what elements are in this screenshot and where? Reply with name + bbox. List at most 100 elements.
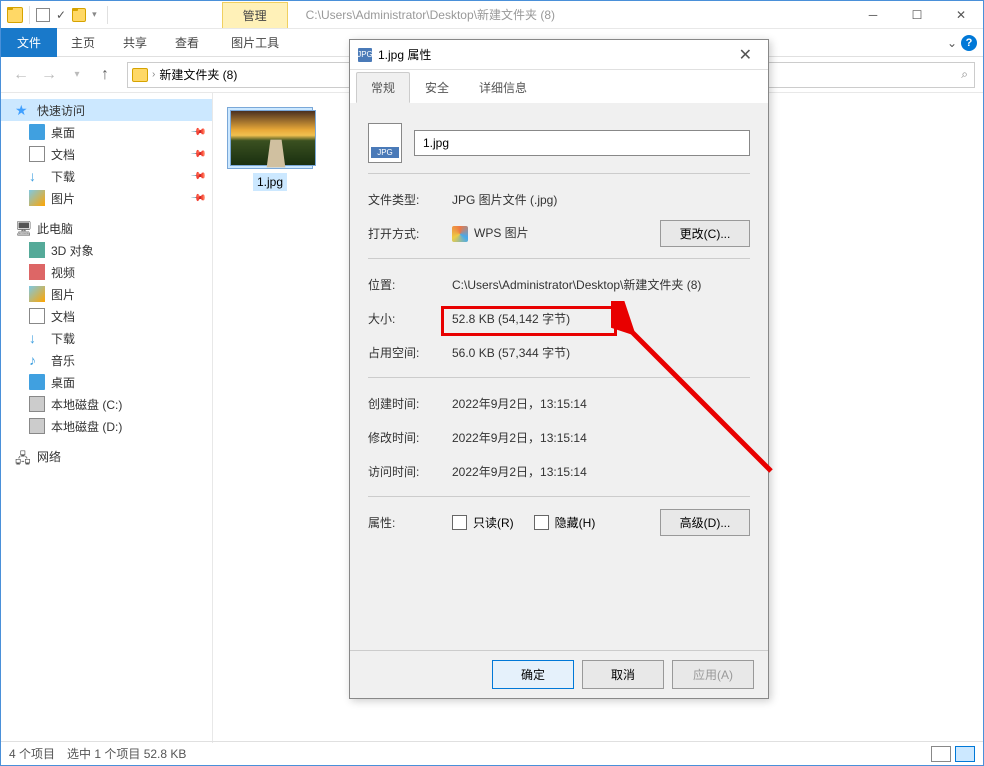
- jpg-icon: JPG: [358, 48, 372, 62]
- sidebar-3d[interactable]: 3D 对象: [1, 239, 212, 261]
- manage-context-label: 管理: [222, 2, 288, 28]
- properties-dialog: JPG 1.jpg 属性 ✕ 常规 安全 详细信息 1.jpg 文件类型: JP…: [349, 39, 769, 699]
- picture-tools-tab[interactable]: 图片工具: [217, 28, 293, 57]
- sidebar-label: 文档: [51, 146, 75, 163]
- readonly-checkbox[interactable]: 只读(R): [452, 514, 514, 531]
- properties-icon[interactable]: [36, 8, 50, 22]
- sidebar-diskd[interactable]: 本地磁盘 (D:): [1, 415, 212, 437]
- sidebar-label: 下载: [51, 168, 75, 185]
- sidebar-label: 图片: [51, 190, 75, 207]
- wps-icon: [452, 226, 468, 242]
- sidebar-quick-access[interactable]: ★快速访问: [1, 99, 212, 121]
- sidebar-music[interactable]: ♪ 音乐: [1, 349, 212, 371]
- up-button[interactable]: ↑: [93, 63, 117, 87]
- filename-input[interactable]: 1.jpg: [414, 130, 750, 156]
- share-tab[interactable]: 共享: [109, 28, 161, 57]
- search-box[interactable]: ⌕: [745, 62, 975, 88]
- dialog-close-button[interactable]: ✕: [731, 45, 760, 65]
- disk-icon: [29, 396, 45, 412]
- tab-details[interactable]: 详细信息: [464, 72, 542, 103]
- sidebar-desktop[interactable]: 桌面📌: [1, 121, 212, 143]
- qat-dropdown-icon[interactable]: ▾: [92, 9, 97, 20]
- thumbnail-image: [230, 110, 316, 166]
- hidden-checkbox[interactable]: 隐藏(H): [534, 514, 596, 531]
- sidebar-pictures[interactable]: 图片📌: [1, 187, 212, 209]
- home-tab[interactable]: 主页: [57, 28, 109, 57]
- separator: [107, 6, 108, 24]
- sidebar-label: 音乐: [51, 352, 75, 369]
- separator: [368, 377, 750, 378]
- music-icon: ♪: [29, 352, 45, 368]
- change-button[interactable]: 更改(C)...: [660, 220, 750, 247]
- openwith-label: 打开方式:: [368, 225, 452, 242]
- sidebar-documents2[interactable]: 文档: [1, 305, 212, 327]
- sidebar-video[interactable]: 视频: [1, 261, 212, 283]
- attributes-label: 属性:: [368, 514, 452, 531]
- sidebar-desktop2[interactable]: 桌面: [1, 371, 212, 393]
- sidebar-network[interactable]: 🖧网络: [1, 445, 212, 467]
- file-thumbnail[interactable]: 1.jpg: [227, 107, 313, 191]
- sidebar-diskc[interactable]: 本地磁盘 (C:): [1, 393, 212, 415]
- window-controls: ─ ☐ ✕: [851, 1, 983, 29]
- picture-icon: [29, 286, 45, 302]
- window-title-path: C:\Users\Administrator\Desktop\新建文件夹 (8): [306, 6, 555, 23]
- sidebar-label: 快速访问: [37, 102, 85, 119]
- sidebar-downloads2[interactable]: ↓下载: [1, 327, 212, 349]
- dialog-title: 1.jpg 属性: [378, 46, 431, 63]
- sidebar-pictures2[interactable]: 图片: [1, 283, 212, 305]
- file-label[interactable]: 1.jpg: [253, 173, 287, 191]
- close-button[interactable]: ✕: [939, 1, 983, 29]
- sidebar-label: 本地磁盘 (C:): [51, 396, 122, 413]
- history-dropdown[interactable]: ▾: [65, 63, 89, 87]
- sidebar-thispc[interactable]: 🖥此电脑: [1, 217, 212, 239]
- apply-button[interactable]: 应用(A): [672, 660, 754, 689]
- sidebar-documents[interactable]: 文档📌: [1, 143, 212, 165]
- qat-folder-icon[interactable]: [72, 8, 86, 22]
- statusbar: 4 个项目 选中 1 个项目 52.8 KB: [1, 741, 983, 765]
- cancel-button[interactable]: 取消: [582, 660, 664, 689]
- separator: [368, 173, 750, 174]
- titlebar: ✓ ▾ 管理 C:\Users\Administrator\Desktop\新建…: [1, 1, 983, 29]
- document-icon: [29, 308, 45, 324]
- details-view-button[interactable]: [931, 746, 951, 762]
- pin-icon: 📌: [189, 168, 206, 185]
- sidebar-label: 网络: [37, 448, 61, 465]
- advanced-button[interactable]: 高级(D)...: [660, 509, 750, 536]
- filetype-value: JPG 图片文件 (.jpg): [452, 191, 750, 208]
- created-label: 创建时间:: [368, 395, 452, 412]
- file-tab[interactable]: 文件: [1, 28, 57, 57]
- tab-general[interactable]: 常规: [356, 72, 410, 103]
- dialog-tabs: 常规 安全 详细信息: [350, 70, 768, 103]
- chevron-right-icon[interactable]: ›: [152, 69, 155, 80]
- checkmark-icon: ✓: [56, 8, 66, 22]
- sidebar-label: 此电脑: [37, 220, 73, 237]
- breadcrumb-folder[interactable]: 新建文件夹 (8): [159, 66, 237, 83]
- sidebar-downloads[interactable]: ↓下载📌: [1, 165, 212, 187]
- back-button[interactable]: ←: [9, 63, 33, 87]
- ribbon-expand-icon[interactable]: ⌄: [947, 36, 957, 50]
- sidebar-label: 视频: [51, 264, 75, 281]
- modified-value: 2022年9月2日，13:15:14: [452, 429, 750, 446]
- dialog-titlebar[interactable]: JPG 1.jpg 属性 ✕: [350, 40, 768, 70]
- help-icon[interactable]: ?: [961, 35, 977, 51]
- search-icon: ⌕: [961, 67, 968, 82]
- location-label: 位置:: [368, 276, 452, 293]
- separator: [368, 258, 750, 259]
- view-tab[interactable]: 查看: [161, 28, 213, 57]
- forward-button[interactable]: →: [37, 63, 61, 87]
- sidebar-label: 本地磁盘 (D:): [51, 418, 122, 435]
- openwith-value: WPS 图片: [452, 224, 660, 242]
- diskspace-value: 56.0 KB (57,344 字节): [452, 344, 750, 361]
- status-item-count: 4 个项目: [9, 745, 55, 762]
- maximize-button[interactable]: ☐: [895, 1, 939, 29]
- separator: [368, 496, 750, 497]
- size-value: 52.8 KB (54,142 字节): [452, 310, 750, 327]
- picture-icon: [29, 190, 45, 206]
- ok-button[interactable]: 确定: [492, 660, 574, 689]
- minimize-button[interactable]: ─: [851, 1, 895, 29]
- dialog-footer: 确定 取消 应用(A): [350, 650, 768, 698]
- folder-icon: [7, 7, 23, 23]
- tab-security[interactable]: 安全: [410, 72, 464, 103]
- thumbnail-view-button[interactable]: [955, 746, 975, 762]
- created-value: 2022年9月2日，13:15:14: [452, 395, 750, 412]
